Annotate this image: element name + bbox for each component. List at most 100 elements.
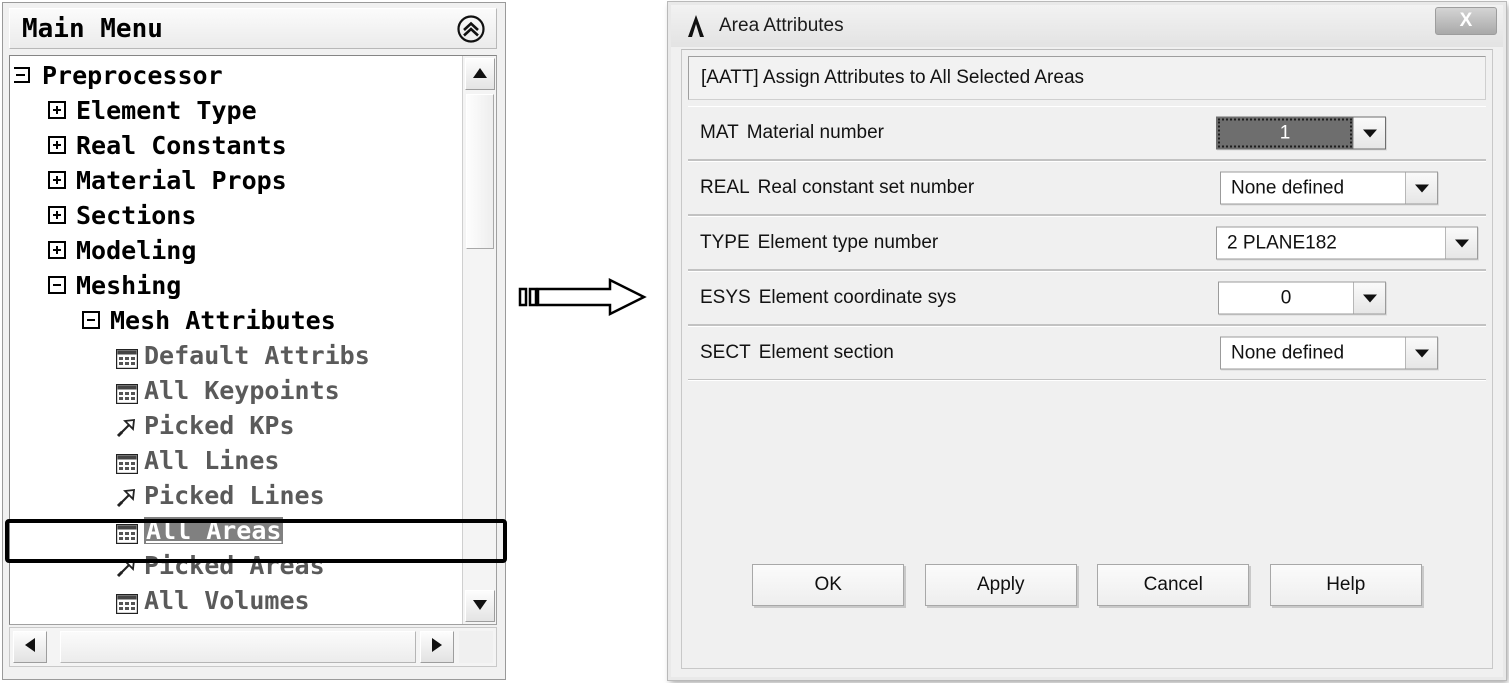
expand-plus-icon[interactable] xyxy=(48,100,68,121)
main-menu-header: Main Menu xyxy=(9,8,497,49)
tree-item-picked-lines[interactable]: Picked Lines xyxy=(10,478,462,513)
combobox-sect[interactable]: None defined xyxy=(1220,336,1438,370)
tree-item-sections[interactable]: Sections xyxy=(10,198,462,233)
attribute-field-rows: MAT Material number 1 REAL Real constant set… xyxy=(688,106,1486,381)
field-code: TYPE xyxy=(700,232,750,253)
field-row-real: REAL Real constant set number None defined xyxy=(688,161,1486,216)
tree-item-all-areas[interactable]: All Areas xyxy=(10,513,462,548)
tree-item-preprocessor[interactable]: Preprocessor xyxy=(10,58,462,93)
tree-item-label: Picked Lines xyxy=(144,481,325,510)
tree-item-label: Material Props xyxy=(76,166,287,195)
scroll-left-button[interactable] xyxy=(13,631,47,663)
combobox-esys[interactable]: 0 xyxy=(1218,281,1386,315)
field-label-real: REAL Real constant set number xyxy=(688,177,974,199)
chevron-down-icon[interactable] xyxy=(1445,227,1477,259)
menu-tree-box: Preprocessor Element Type Real Constants Ma… xyxy=(9,55,497,625)
field-row-type: TYPE Element type number 2 PLANE182 xyxy=(688,216,1486,271)
combobox-value[interactable]: None defined xyxy=(1221,173,1405,204)
tree-item-label: Real Constants xyxy=(76,131,287,160)
area-attributes-dialog: Area Attributes X [AATT] Assign Attribut… xyxy=(668,2,1506,680)
tree-item-default-attribs[interactable]: Default Attribs xyxy=(10,338,462,373)
tree-item-modeling[interactable]: Modeling xyxy=(10,233,462,268)
chevron-down-icon[interactable] xyxy=(1353,282,1385,314)
chevron-down-icon[interactable] xyxy=(1353,117,1385,149)
main-menu-title: Main Menu xyxy=(22,13,163,44)
tree-item-all-volumes[interactable]: All Volumes xyxy=(10,583,462,618)
field-label-text: Element type number xyxy=(757,232,939,253)
picker-arrow-icon xyxy=(116,415,138,437)
menu-tree-list: Preprocessor Element Type Real Constants Ma… xyxy=(10,58,462,618)
field-row-sect: SECT Element section None defined xyxy=(688,326,1486,381)
field-code: REAL xyxy=(700,177,750,198)
combobox-real[interactable]: None defined xyxy=(1220,171,1438,205)
tree-item-all-lines[interactable]: All Lines xyxy=(10,443,462,478)
expand-plus-icon[interactable] xyxy=(48,170,68,191)
triangle-up-icon xyxy=(473,65,487,83)
close-button[interactable]: X xyxy=(1435,7,1497,35)
scrollbar-corner xyxy=(459,631,493,663)
tree-vertical-scrollbar[interactable] xyxy=(462,56,496,624)
field-label-esys: ESYS Element coordinate sys xyxy=(688,287,956,309)
scroll-down-button[interactable] xyxy=(465,590,495,622)
collapse-minus-icon[interactable] xyxy=(48,275,68,296)
dialog-button-row: OK Apply Cancel Help xyxy=(682,564,1492,606)
combobox-type[interactable]: 2 PLANE182 xyxy=(1216,226,1478,260)
tree-item-label: Picked KPs xyxy=(144,411,295,440)
field-row-esys: ESYS Element coordinate sys 0 xyxy=(688,271,1486,326)
tree-item-label: Element Type xyxy=(76,96,257,125)
dialog-icon xyxy=(115,381,139,404)
tree-item-element-type[interactable]: Element Type xyxy=(10,93,462,128)
tree-horizontal-scrollbar[interactable] xyxy=(9,627,497,667)
picker-arrow-icon xyxy=(116,555,138,577)
dialog-body: [AATT] Assign Attributes to All Selected… xyxy=(681,49,1493,669)
chevron-down-icon[interactable] xyxy=(1405,337,1437,369)
field-code: MAT xyxy=(700,122,739,143)
tree-item-label: Sections xyxy=(76,201,197,230)
horizontal-scroll-thumb[interactable] xyxy=(60,631,416,663)
tree-item-mesh-attributes[interactable]: Mesh Attributes xyxy=(10,303,462,338)
tree-item-all-keypoints[interactable]: All Keypoints xyxy=(10,373,462,408)
scroll-up-button[interactable] xyxy=(465,58,495,90)
triangle-right-icon xyxy=(432,637,442,657)
chevron-down-icon[interactable] xyxy=(1405,172,1437,204)
dialog-titlebar[interactable]: Area Attributes X xyxy=(671,5,1503,47)
scroll-right-button[interactable] xyxy=(420,631,454,663)
dialog-title: Area Attributes xyxy=(719,15,844,36)
chevron-double-up-icon[interactable] xyxy=(456,14,486,44)
collapse-minus-icon[interactable] xyxy=(82,310,102,331)
tree-item-real-constants[interactable]: Real Constants xyxy=(10,128,462,163)
ansys-lambda-icon xyxy=(683,13,709,39)
field-label-text: Real constant set number xyxy=(757,177,975,198)
combobox-value[interactable]: 2 PLANE182 xyxy=(1217,228,1445,259)
expand-plus-icon[interactable] xyxy=(48,135,68,156)
main-menu-panel: Main Menu Preprocessor Element Type Real C… xyxy=(2,2,507,680)
dialog-icon xyxy=(115,521,139,544)
tree-expander-root[interactable] xyxy=(14,66,34,86)
field-label-type: TYPE Element type number xyxy=(688,232,938,254)
combobox-value[interactable]: 0 xyxy=(1219,283,1353,314)
combobox-value[interactable]: 1 xyxy=(1217,117,1353,149)
combobox-value[interactable]: None defined xyxy=(1221,338,1405,369)
apply-button[interactable]: Apply xyxy=(924,564,1077,606)
tree-item-label: All Volumes xyxy=(144,586,310,615)
dialog-icon xyxy=(115,346,139,369)
ok-button[interactable]: OK xyxy=(752,564,905,606)
field-label-sect: SECT Element section xyxy=(688,342,894,364)
field-code: SECT xyxy=(700,342,751,363)
expand-plus-icon[interactable] xyxy=(48,240,68,261)
tree-item-picked-areas[interactable]: Picked Areas xyxy=(10,548,462,583)
tree-item-material-props[interactable]: Material Props xyxy=(10,163,462,198)
vertical-scroll-thumb[interactable] xyxy=(466,94,494,249)
dialog-empty-area xyxy=(688,380,1486,662)
field-label-mat: MAT Material number xyxy=(688,122,884,144)
help-button[interactable]: Help xyxy=(1269,564,1422,606)
tree-item-meshing[interactable]: Meshing xyxy=(10,268,462,303)
tree-item-label: All Lines xyxy=(144,446,280,475)
tree-item-label: Meshing xyxy=(76,271,182,300)
tree-item-label: Picked Areas xyxy=(144,551,325,580)
tree-item-label: Modeling xyxy=(76,236,197,265)
tree-item-picked-kps[interactable]: Picked KPs xyxy=(10,408,462,443)
combobox-mat[interactable]: 1 xyxy=(1216,116,1386,150)
cancel-button[interactable]: Cancel xyxy=(1097,564,1250,606)
expand-plus-icon[interactable] xyxy=(48,205,68,226)
